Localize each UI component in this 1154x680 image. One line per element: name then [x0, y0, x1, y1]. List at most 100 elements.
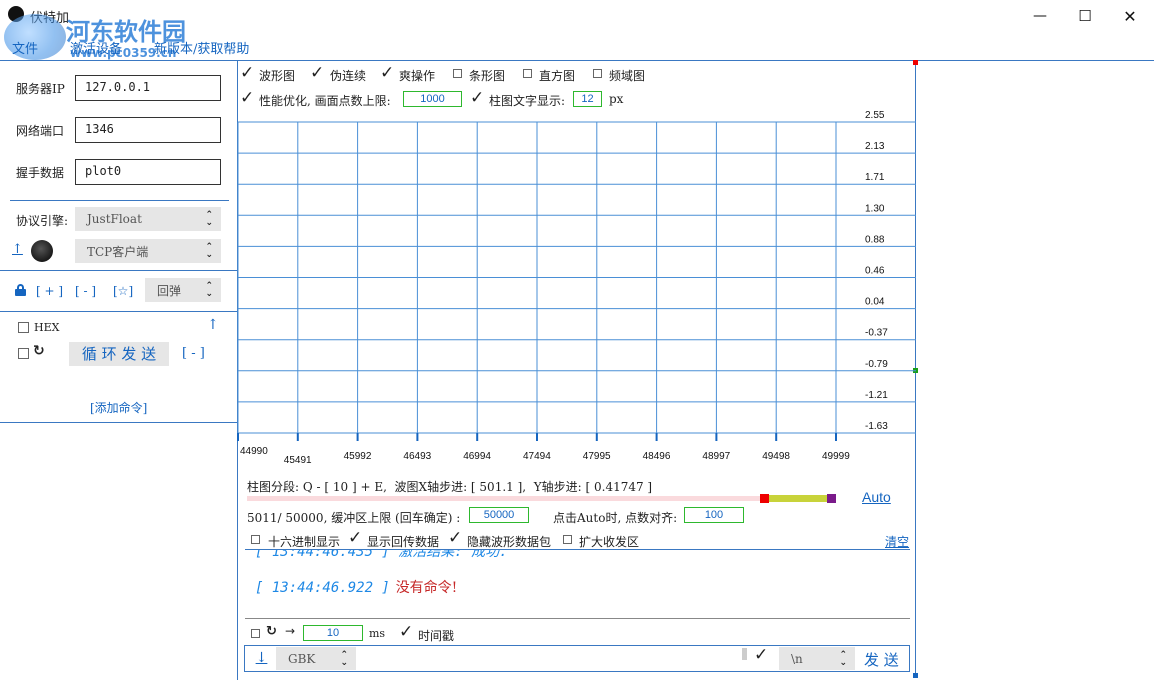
send-input[interactable] — [359, 648, 739, 669]
pseudo-continuous-label: 伪连续 — [330, 69, 367, 83]
show-echo-label: 显示回传数据 — [367, 535, 440, 549]
slider-left-handle[interactable] — [760, 494, 769, 503]
histogram-checkbox[interactable] — [523, 69, 532, 78]
encoding-select[interactable]: GBK ⌃ ⌄ — [276, 647, 356, 670]
close-button[interactable]: ✕ — [1107, 0, 1153, 32]
hex-display-checkbox[interactable] — [251, 535, 260, 544]
segment-status: 柱图分段: Q - [ 10 ] + E, 波图X轴步进: [ 501.1 ],… — [247, 480, 653, 494]
minimize-button[interactable]: — — [1017, 0, 1063, 32]
x-tick-label: 48496 — [643, 451, 671, 462]
hex-checkbox[interactable] — [18, 322, 29, 333]
x-tick-label: 46493 — [403, 451, 431, 462]
waveform-checkbox[interactable]: ✓ — [240, 63, 254, 83]
y-tick-label: 1.71 — [865, 172, 885, 183]
waveform-chart[interactable]: 2.55 2.13 1.71 1.30 0.88 0.46 0.04 -0.37 -0.79 -1… — [237, 105, 917, 475]
waveform-label: 波形图 — [259, 69, 296, 83]
bar-checkbox[interactable] — [453, 69, 462, 78]
echo-value: 回弹 — [157, 283, 182, 298]
newline-select[interactable]: \n ⌃ ⌄ — [779, 647, 855, 670]
loop-send-button[interactable]: 循 环 发 送 — [69, 342, 169, 366]
menu-activate-device[interactable]: 激活设备 — [70, 38, 122, 57]
lock-icon[interactable] — [15, 284, 26, 296]
buffer-label: 5011/ 50000, 缓冲区上限 (回车确定) : — [247, 511, 461, 525]
server-ip-input[interactable]: 127.0.0.1 — [75, 75, 221, 101]
chevron-updown-icon: ⌃ ⌄ — [205, 242, 213, 260]
repeat-icon: ↻ — [266, 624, 277, 639]
smooth-op-checkbox[interactable]: ✓ — [380, 63, 394, 83]
chevron-updown-icon: ⌃ ⌄ — [205, 210, 213, 228]
resize-handle-bottom[interactable] — [913, 673, 918, 678]
echo-select[interactable]: 回弹 ⌃ ⌄ — [145, 278, 221, 302]
bar-text-unit: px — [609, 92, 624, 106]
chevron-updown-icon: ⌃ ⌄ — [340, 649, 348, 668]
y-tick-label: 0.46 — [865, 266, 885, 277]
show-echo-checkbox[interactable]: ✓ — [348, 528, 362, 548]
y-tick-label: -0.79 — [865, 359, 888, 370]
bar-label: 条形图 — [469, 69, 506, 83]
x-tick-label: 48997 — [702, 451, 730, 462]
slider-range[interactable] — [769, 495, 827, 502]
divider — [0, 422, 237, 423]
y-tick-label: 2.13 — [865, 141, 885, 152]
y-tick-label: -1.21 — [865, 390, 888, 401]
hide-wave-label: 隐藏波形数据包 — [467, 535, 552, 549]
x-tick-label: 44990 — [240, 446, 268, 457]
timed-send-checkbox[interactable] — [251, 629, 260, 638]
x-tick-label: 45491 — [284, 455, 312, 466]
maximize-button[interactable]: ☐ — [1062, 0, 1108, 32]
remove-command-button[interactable]: [ - ] — [75, 284, 96, 298]
slider-right-handle[interactable] — [827, 494, 836, 503]
protocol-value: JustFloat — [87, 212, 142, 226]
hex-label: HEX — [34, 321, 60, 334]
move-up-icon[interactable]: ↑ — [207, 317, 219, 333]
port-input[interactable]: 1346 — [75, 117, 221, 143]
auto-button[interactable]: Auto — [862, 489, 891, 505]
add-command-button[interactable]: [ + ] — [36, 284, 63, 298]
x-tick-label: 49498 — [762, 451, 790, 462]
handshake-label: 握手数据 — [16, 166, 65, 180]
connect-toggle-button[interactable] — [31, 240, 53, 262]
loop-checkbox[interactable] — [18, 348, 29, 359]
buffer-input[interactable]: 50000 — [469, 507, 529, 523]
y-tick-label: 0.04 — [865, 297, 885, 308]
mode-select[interactable]: TCP客户端 ⌃ ⌄ — [75, 239, 221, 263]
scrollbar-thumb[interactable] — [742, 648, 747, 660]
handshake-input[interactable]: plot0 — [75, 159, 221, 185]
upload-arrow-icon[interactable]: ↑ — [12, 242, 23, 257]
timestamp-checkbox[interactable]: ✓ — [399, 622, 413, 642]
log-panel[interactable]: [ 13:44:46.435 ] 激活结果: 成功. [ 13:44:46.92… — [245, 550, 910, 618]
align-input[interactable]: 100 — [684, 507, 744, 523]
pseudo-continuous-checkbox[interactable]: ✓ — [310, 63, 324, 83]
encoding-value: GBK — [288, 651, 316, 666]
hex-display-label: 十六进制显示 — [268, 535, 341, 549]
align-label: 点击Auto时, 点数对齐: — [553, 511, 678, 525]
menu-file[interactable]: 文件 — [12, 38, 38, 57]
remove-row-button[interactable]: [ - ] — [182, 346, 205, 361]
frequency-label: 频域图 — [609, 69, 646, 83]
scroll-down-button[interactable]: ↓ — [250, 647, 273, 669]
expand-checkbox[interactable] — [563, 535, 572, 544]
add-command-link[interactable]: [添加命令] — [90, 399, 147, 416]
clear-button[interactable]: 清空 — [885, 533, 909, 550]
server-ip-label: 服务器IP — [16, 82, 65, 96]
port-label: 网络端口 — [16, 124, 65, 138]
log-line-truncated: [ 13:44:46.435 ] 激活结果: 成功. — [255, 550, 508, 560]
resize-handle-top[interactable] — [913, 60, 918, 65]
newline-checkbox[interactable]: ✓ — [754, 645, 768, 665]
send-button[interactable]: 发 送 — [864, 649, 899, 670]
mode-value: TCP客户端 — [87, 244, 149, 259]
timestamp-label: 时间戳 — [418, 629, 455, 643]
interval-input[interactable]: 10 — [303, 625, 363, 641]
protocol-select[interactable]: JustFloat ⌃ ⌄ — [75, 207, 221, 231]
hide-wave-checkbox[interactable]: ✓ — [448, 528, 462, 548]
y-tick-label: -0.37 — [865, 328, 888, 339]
x-tick-label: 45992 — [344, 451, 372, 462]
menu-help[interactable]: 新版本/获取帮助 — [154, 38, 249, 57]
protocol-label: 协议引擎: — [16, 214, 69, 228]
frequency-checkbox[interactable] — [593, 69, 602, 78]
favorite-command-button[interactable]: [☆] — [113, 284, 133, 298]
x-tick-label: 47995 — [583, 451, 611, 462]
range-slider[interactable] — [247, 494, 837, 503]
interval-arrow: → — [285, 624, 296, 638]
chevron-updown-icon: ⌃ ⌄ — [205, 281, 213, 299]
